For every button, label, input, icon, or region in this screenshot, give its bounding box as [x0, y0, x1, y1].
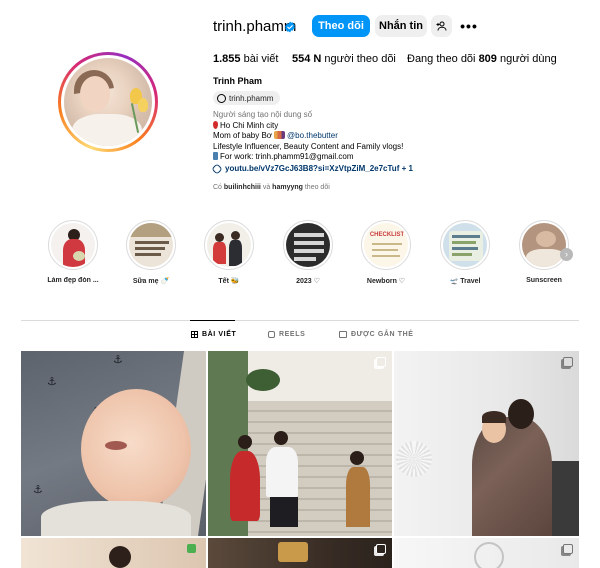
followers-count: 554 N: [292, 53, 322, 65]
bio-line-description: Lifestyle Influencer, Beauty Content and…: [213, 141, 404, 151]
reels-icon: [268, 331, 275, 338]
checklist-title: CHECKLIST: [369, 232, 405, 238]
bio-mom-text: Mom of baby Bơ: [213, 131, 273, 141]
story-highlight[interactable]: 🛫 Travel: [437, 220, 493, 285]
highlight-label: Làm đẹp đón ...: [47, 277, 99, 284]
phone-emoji-icon: [213, 152, 218, 161]
tab-posts[interactable]: BÀI VIẾT: [191, 331, 236, 338]
followed-by-suffix: theo dõi: [304, 184, 330, 191]
tabs-divider: [21, 320, 579, 321]
highlights-next-arrow-icon[interactable]: ›: [560, 248, 573, 261]
bio-mention-link[interactable]: @bo.thebutter: [287, 131, 338, 140]
avatar-inner: [61, 55, 155, 149]
tab-reels-label: REELS: [279, 331, 306, 338]
threads-link[interactable]: trinh.phamm: [213, 91, 281, 105]
message-button[interactable]: Nhắn tin: [375, 15, 427, 37]
following-stat[interactable]: Đang theo dõi 809 người dùng: [407, 53, 557, 65]
multiple-photos-icon: [563, 544, 573, 554]
highlight-cover: [129, 223, 173, 267]
location-pin-icon: [213, 121, 218, 129]
bio-location: Ho Chi Minh city: [220, 121, 279, 130]
highlight-ring: [519, 220, 569, 270]
threads-icon: [217, 93, 226, 103]
highlight-label: Newborn ♡: [366, 278, 406, 285]
highlight-cover: [522, 223, 566, 267]
highlight-ring: [440, 220, 490, 270]
tab-reels[interactable]: REELS: [268, 331, 305, 338]
bio-line-work: For work: trinh.phamm91@gmail.com: [213, 152, 403, 162]
highlight-cover: [51, 223, 95, 267]
bio-line-family: Mom of baby Bơ @bo.thebutter: [213, 131, 403, 141]
story-highlight[interactable]: Sữa mẹ 🍼: [123, 220, 179, 285]
highlight-cover: [443, 223, 487, 267]
post-thumbnail[interactable]: [21, 538, 206, 568]
post-thumbnail[interactable]: [208, 538, 392, 568]
tagged-icon: [339, 331, 347, 338]
bio-line-location: Ho Chi Minh city: [213, 121, 403, 131]
story-highlight[interactable]: 2023 ♡: [280, 220, 336, 285]
following-prefix: Đang theo dõi: [407, 53, 476, 65]
followed-by-user: hamyyng: [272, 184, 303, 191]
multiple-photos-icon: [376, 544, 386, 554]
family-emoji-icon: [274, 131, 286, 140]
avatar-photo: [64, 58, 152, 146]
followed-by-user: builinhchiii: [223, 184, 261, 191]
highlight-cover: [286, 223, 330, 267]
tab-tagged-label: ĐƯỢC GẮN THẺ: [351, 331, 414, 338]
avatar-tulip: [138, 98, 148, 112]
threads-handle: trinh.phamm: [229, 93, 274, 103]
highlight-ring: [283, 220, 333, 270]
grid-icon: [191, 331, 198, 338]
avatar-face: [80, 76, 110, 112]
followed-by-text[interactable]: Có builinhchiii và hamyyng theo dõi: [213, 184, 330, 191]
tab-tagged[interactable]: ĐƯỢC GẮN THẺ: [339, 331, 414, 338]
follow-button[interactable]: Theo dõi: [312, 15, 370, 37]
highlight-cover: CHECKLIST: [364, 223, 408, 267]
post-thumbnail[interactable]: [394, 538, 579, 568]
highlight-label: Tết 🐝: [218, 278, 240, 285]
story-highlight[interactable]: Tết 🐝: [201, 220, 257, 285]
profile-external-link[interactable]: youtu.be/vVz7GcJ63B8?si=XzVtpZiM_2e7cTuf…: [211, 162, 413, 175]
story-highlight[interactable]: CHECKLIST Newborn ♡: [358, 220, 414, 285]
highlight-cover: [207, 223, 251, 267]
multiple-photos-icon: [563, 357, 573, 367]
profile-full-name: Trinh Pham: [213, 76, 263, 86]
followers-stat[interactable]: 554 N người theo dõi: [292, 53, 396, 65]
highlight-label: Sunscreen: [526, 277, 562, 284]
highlight-ring: [126, 220, 176, 270]
verified-badge-icon: [285, 21, 295, 33]
multiple-photos-icon: [376, 357, 386, 367]
tab-posts-label: BÀI VIẾT: [202, 331, 237, 338]
posts-count-stat: 1.855 bài viết: [213, 53, 278, 65]
suggested-users-button[interactable]: [431, 15, 452, 37]
highlight-ring: [48, 220, 98, 270]
posts-label: bài viết: [243, 53, 279, 65]
post-thumbnail[interactable]: [208, 351, 392, 536]
profile-category: Người sáng tạo nội dung số: [213, 110, 313, 119]
bio-work-email: For work: trinh.phamm91@gmail.com: [220, 152, 354, 162]
highlight-label: Sữa mẹ 🍼: [132, 278, 170, 285]
profile-bio: Ho Chi Minh city Mom of baby Bơ @bo.thebu…: [213, 121, 403, 163]
post-thumbnail[interactable]: ⚓ ⚓ ⚓ ⚓: [21, 351, 206, 536]
link-icon: [211, 162, 223, 175]
post-thumbnail[interactable]: [394, 351, 579, 536]
following-count: 809: [478, 53, 497, 65]
highlight-label: 🛫 Travel: [449, 278, 481, 285]
followers-label: người theo dõi: [324, 53, 396, 65]
highlight-ring: CHECKLIST: [361, 220, 411, 270]
highlight-label: 2023 ♡: [296, 278, 320, 285]
avatar-dress: [72, 114, 142, 146]
add-person-icon: [436, 21, 447, 31]
profile-avatar[interactable]: [58, 52, 158, 152]
posts-count: 1.855: [213, 53, 241, 65]
following-label: người dùng: [499, 53, 557, 65]
highlight-ring: [204, 220, 254, 270]
more-options-button[interactable]: •••: [459, 17, 479, 35]
followed-by-prefix: Có: [213, 184, 222, 191]
followed-by-and: và: [262, 184, 271, 191]
story-highlight[interactable]: Làm đẹp đón ...: [45, 220, 101, 284]
active-tab-indicator: [190, 320, 235, 321]
external-link-text: youtu.be/vVz7GcJ63B8?si=XzVtpZiM_2e7cTuf…: [225, 164, 413, 173]
